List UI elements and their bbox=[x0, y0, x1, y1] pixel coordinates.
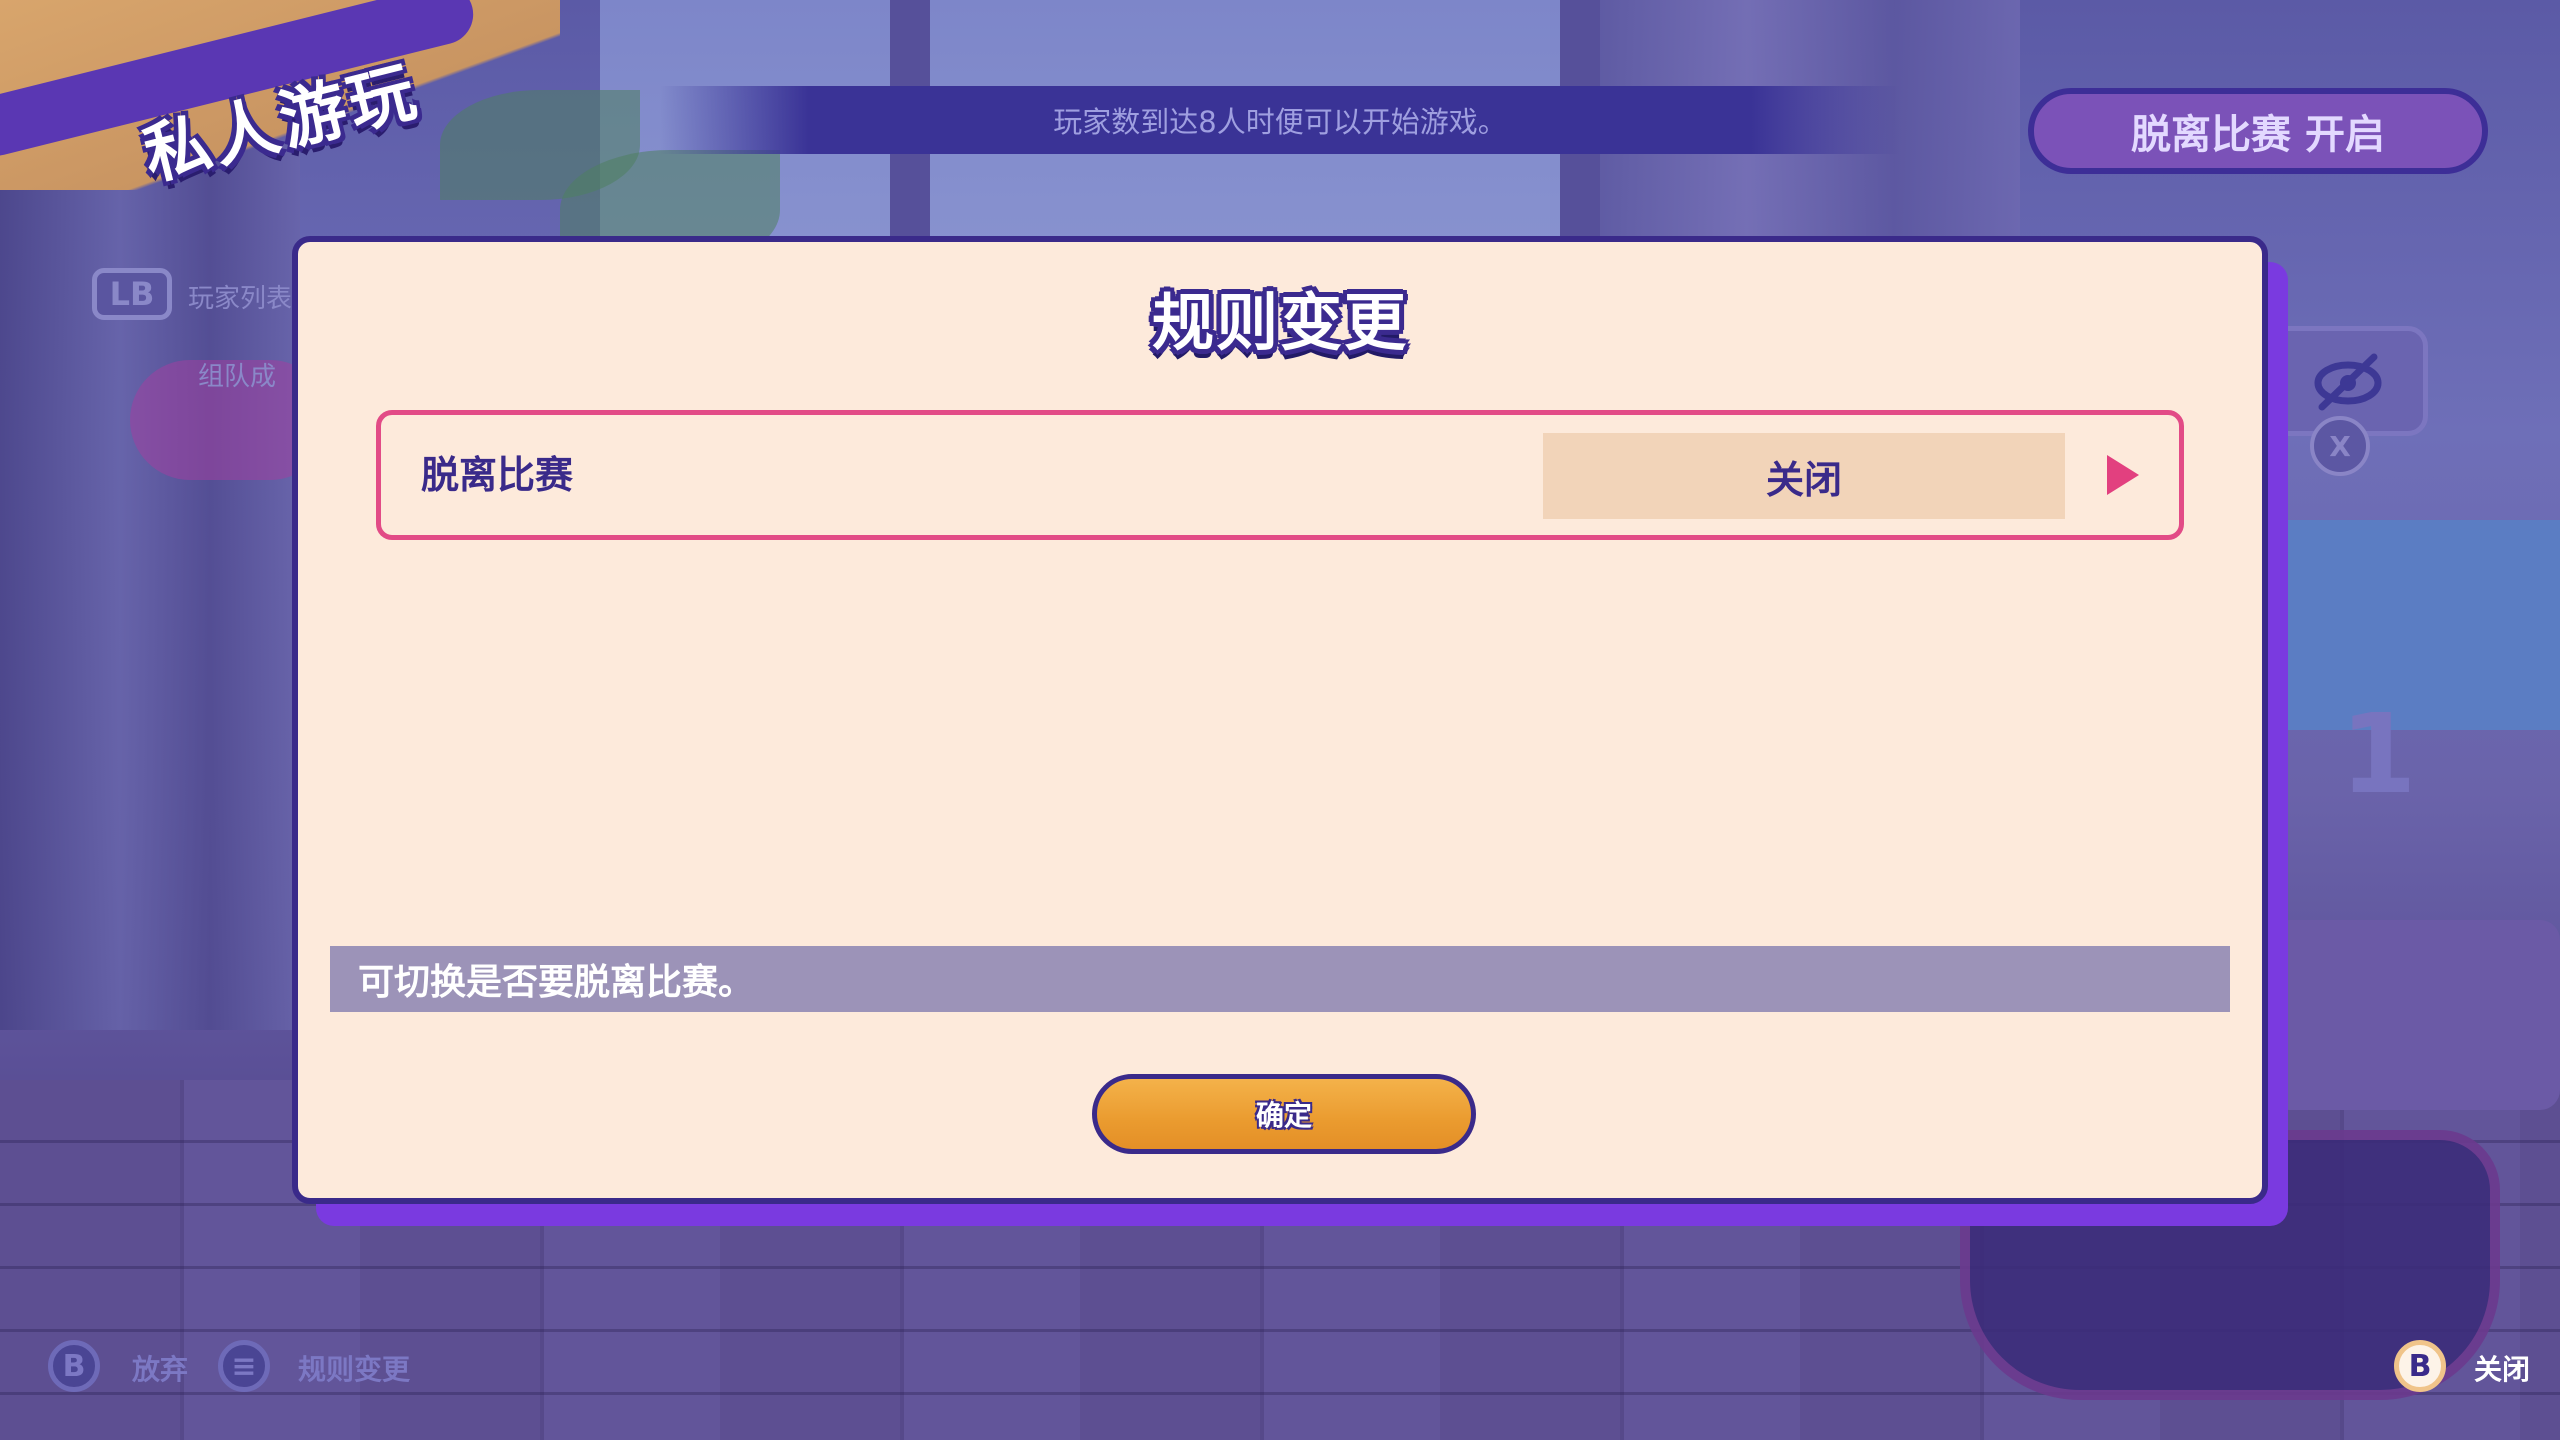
player-list-label[interactable]: 玩家列表 bbox=[188, 278, 292, 315]
menu-button-icon[interactable]: ≡ bbox=[218, 1340, 270, 1392]
confirm-label: 确定 bbox=[1255, 1099, 1312, 1132]
rule-value-selector[interactable]: 关闭 bbox=[1543, 433, 2065, 519]
b-button-icon[interactable]: B bbox=[48, 1340, 100, 1392]
lb-button-icon[interactable]: LB bbox=[92, 268, 172, 320]
team-label[interactable]: 组队成 bbox=[198, 356, 276, 393]
background-counter: 1 bbox=[2340, 690, 2417, 818]
rule-row-leave-tournament[interactable]: 脱离比赛 关闭 bbox=[376, 410, 2184, 540]
arrow-right-icon[interactable] bbox=[2107, 455, 2139, 495]
b-button-icon[interactable]: B bbox=[2394, 1340, 2446, 1392]
tournament-status-button[interactable]: 脱离比赛 开启 bbox=[2028, 88, 2488, 174]
dialog-title: 规则变更 bbox=[1151, 286, 1408, 359]
info-bar: 玩家数到达8人时便可以开始游戏。 bbox=[660, 86, 1900, 154]
background-sea bbox=[2280, 520, 2560, 730]
tournament-status-label: 脱离比赛 开启 bbox=[2131, 112, 2385, 158]
description-bar: 可切换是否要脱离比赛。 bbox=[330, 946, 2230, 1012]
info-message: 玩家数到达8人时便可以开始游戏。 bbox=[1053, 105, 1507, 139]
background-curtain-left bbox=[0, 130, 300, 1030]
confirm-button[interactable]: 确定 bbox=[1092, 1074, 1476, 1154]
prompt-rule-change-label[interactable]: 规则变更 bbox=[298, 1348, 410, 1388]
background-poster bbox=[2270, 920, 2560, 1110]
prompt-close-label[interactable]: 关闭 bbox=[2474, 1348, 2530, 1388]
eye-slash-icon bbox=[2314, 353, 2382, 411]
prompt-abandon-label[interactable]: 放弃 bbox=[132, 1348, 188, 1388]
rule-change-dialog: 规则变更 脱离比赛 关闭 可切换是否要脱离比赛。 确定 bbox=[292, 236, 2268, 1204]
x-button-icon: X bbox=[2310, 416, 2370, 476]
description-text: 可切换是否要脱离比赛。 bbox=[358, 962, 755, 1003]
rule-label: 脱离比赛 bbox=[421, 453, 574, 497]
rule-value: 关闭 bbox=[1765, 457, 1842, 502]
